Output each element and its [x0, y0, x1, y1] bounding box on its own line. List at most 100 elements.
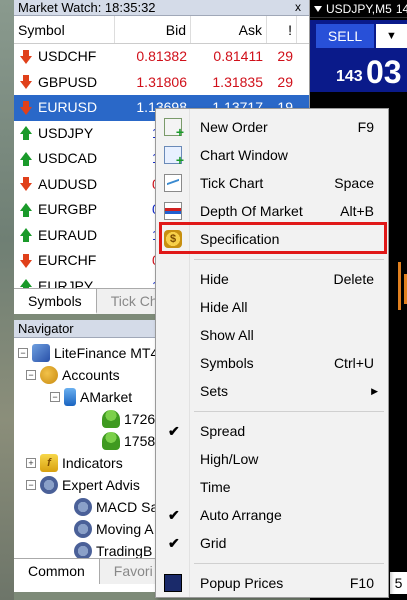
collapse-icon[interactable]: − — [18, 348, 28, 358]
menu-item-label: Sets — [200, 383, 229, 399]
tree-item-ea-1[interactable]: MACD Sa — [74, 496, 158, 518]
arrow-down-icon — [20, 100, 32, 115]
menu-item-label: Chart Window — [200, 147, 288, 163]
context-menu: New Order F9 Chart Window Tick Chart Spa… — [155, 108, 389, 598]
menu-item-time[interactable]: Time — [156, 473, 388, 501]
spread-cell: 29 — [277, 73, 293, 90]
menu-item-hide-all[interactable]: Hide All — [156, 293, 388, 321]
market-watch-row[interactable]: GBPUSD 1.31806 1.31835 29 — [14, 70, 309, 96]
menu-item-auto-arrange[interactable]: ✔ Auto Arrange — [156, 501, 388, 529]
checkmark-icon: ✔ — [168, 534, 180, 551]
menu-item-label: New Order — [200, 119, 268, 135]
tree-label-indicators: Indicators — [62, 455, 123, 471]
collapse-icon[interactable]: − — [26, 370, 36, 380]
menu-item-high-low[interactable]: High/Low — [156, 445, 388, 473]
tree-item-account-2[interactable]: 1758 — [102, 430, 155, 452]
column-header-symbol[interactable]: Symbol — [14, 16, 115, 43]
symbol-name: EURGBP — [38, 201, 98, 217]
symbol-name: EURCHF — [38, 252, 97, 268]
terminal-icon — [32, 344, 50, 362]
collapse-icon[interactable]: − — [50, 392, 60, 402]
symbol-cell: EURCHF — [14, 248, 115, 274]
tree-label-ea-2: Moving A — [96, 521, 154, 537]
checkmark-icon: ✔ — [168, 422, 180, 439]
tree-item-accounts[interactable]: − Accounts — [26, 364, 120, 386]
tree-label-experts: Expert Advis — [62, 477, 140, 493]
tree-label-account-2: 1758 — [124, 433, 156, 449]
tree-item-root[interactable]: − LiteFinance MT4 — [18, 342, 158, 364]
arrow-down-icon — [20, 253, 32, 268]
arrow-up-icon — [20, 126, 32, 141]
arrow-up-icon — [20, 202, 32, 217]
indicators-icon: f — [40, 454, 58, 472]
ask-cell: 1.31835 — [212, 73, 263, 90]
tree-label-ea-1: MACD Sa — [96, 499, 159, 515]
symbol-name: AUDUSD — [38, 175, 98, 192]
menu-item-depth-of-market[interactable]: Depth Of Market Alt+B — [156, 197, 388, 225]
menu-item-hide[interactable]: Hide Delete — [156, 265, 388, 293]
menu-item-spread[interactable]: ✔ Spread — [156, 417, 388, 445]
tree-label-account-group: AMarket — [80, 389, 133, 405]
close-icon[interactable]: x — [291, 0, 305, 14]
menu-item-shortcut: Space — [334, 175, 374, 191]
tree-item-account-1[interactable]: 1726 — [102, 408, 155, 430]
menu-item-tick-chart[interactable]: Tick Chart Space — [156, 169, 388, 197]
menu-item-shortcut: F9 — [357, 119, 374, 135]
menu-item-label: Hide — [200, 271, 229, 287]
tree-label-account-1: 1726 — [124, 411, 156, 427]
lot-dropdown[interactable]: ▼ — [376, 24, 407, 48]
menu-item-popup-prices[interactable]: Popup Prices F10 — [156, 569, 388, 597]
tree-item-indicators[interactable]: + f Indicators — [26, 452, 123, 474]
menu-item-label: Hide All — [200, 299, 248, 315]
tree-item-account-group[interactable]: − AMarket — [50, 386, 132, 408]
menu-item-shortcut: Delete — [333, 271, 374, 287]
tree-item-ea-2[interactable]: Moving A — [74, 518, 154, 540]
specification-icon: $ — [164, 230, 182, 248]
menu-item-specification[interactable]: $ Specification — [156, 225, 388, 253]
menu-item-new-order[interactable]: New Order F9 — [156, 113, 388, 141]
menu-item-show-all[interactable]: Show All — [156, 321, 388, 349]
symbol-name: GBPUSD — [38, 73, 98, 90]
user-icon — [102, 410, 120, 428]
expand-icon[interactable]: + — [26, 458, 36, 468]
symbol-name: USDCHF — [38, 48, 97, 64]
one-click-trading-panel: SELL ▼ 143 03 — [310, 20, 407, 92]
symbol-cell: EURUSD — [14, 95, 115, 121]
chart-title-suffix: 14 — [395, 1, 407, 16]
symbol-name: USDJPY — [38, 124, 94, 141]
sell-button[interactable]: SELL — [316, 24, 374, 48]
checkmark-icon: ✔ — [168, 506, 180, 523]
column-header-bid[interactable]: Bid — [115, 16, 191, 43]
symbol-cell: AUDUSD — [14, 172, 115, 198]
menu-item-label: Specification — [200, 231, 280, 247]
menu-item-shortcut: Alt+B — [340, 203, 374, 219]
market-watch-title: Market Watch: 18:35:32 — [18, 0, 156, 15]
arrow-up-icon — [20, 151, 32, 166]
symbol-cell: USDCHF — [14, 44, 115, 70]
tick-chart-icon — [164, 174, 182, 192]
symbol-name: EURUSD — [38, 99, 98, 115]
market-watch-row[interactable]: USDCHF 0.81382 0.81411 29 — [14, 44, 309, 70]
tree-item-experts[interactable]: − Expert Advis — [26, 474, 140, 496]
expert-advisor-icon — [74, 520, 92, 538]
menu-separator — [194, 411, 384, 412]
menu-item-label: Tick Chart — [200, 175, 264, 191]
menu-item-label: High/Low — [200, 451, 259, 467]
menu-separator — [194, 259, 384, 260]
symbol-cell: USDCAD — [14, 146, 115, 172]
symbol-cell: EURGBP — [14, 197, 115, 223]
symbol-name: USDCAD — [38, 150, 98, 166]
menu-item-grid[interactable]: ✔ Grid — [156, 529, 388, 557]
menu-item-sets[interactable]: Sets ▶ — [156, 377, 388, 405]
symbol-name: EURAUD — [38, 226, 98, 243]
collapse-icon[interactable]: − — [26, 480, 36, 490]
menu-item-chart-window[interactable]: Chart Window — [156, 141, 388, 169]
market-watch-title-bar: Market Watch: 18:35:32 x — [14, 0, 309, 16]
tab-symbols[interactable]: Symbols — [14, 289, 97, 314]
menu-item-label: Depth Of Market — [200, 203, 303, 219]
column-header-spread[interactable]: ! — [267, 16, 297, 43]
column-header-ask[interactable]: Ask — [191, 16, 267, 43]
menu-item-symbols[interactable]: Symbols Ctrl+U — [156, 349, 388, 377]
ask-cell: 0.81411 — [213, 48, 263, 64]
tab-common[interactable]: Common — [14, 559, 100, 584]
